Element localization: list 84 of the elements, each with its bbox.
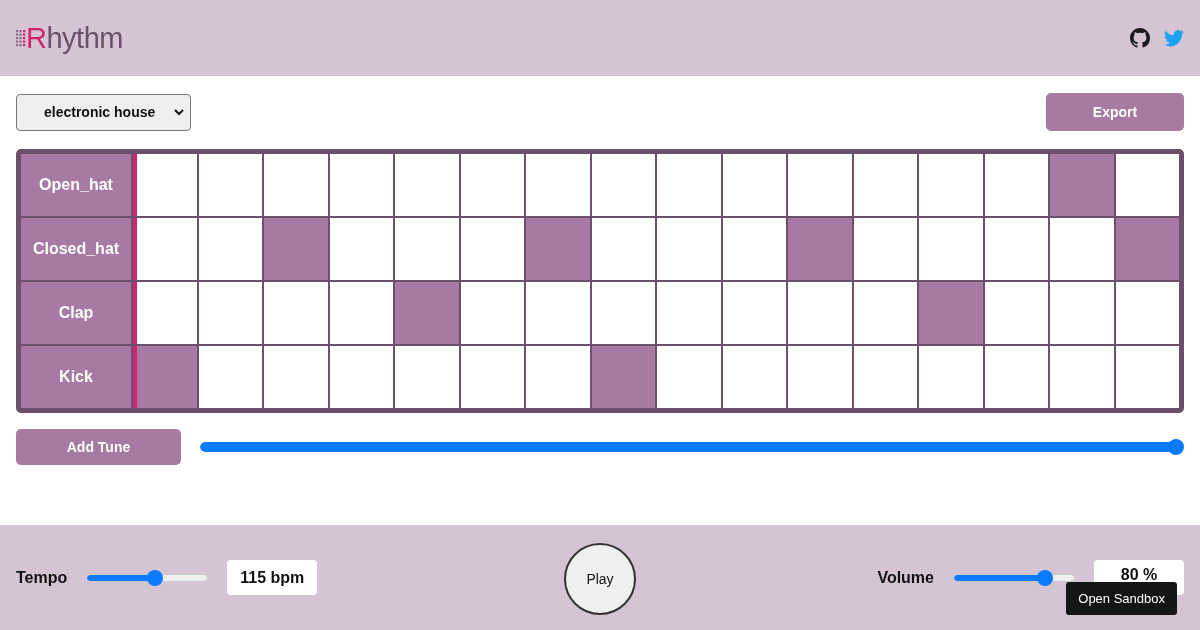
open-sandbox-button[interactable]: Open Sandbox [1066,582,1177,615]
step-cell[interactable] [133,218,197,280]
bird-icon[interactable] [1164,29,1184,47]
step-cell[interactable] [919,218,983,280]
step-cell[interactable] [329,218,393,280]
step-cell[interactable] [1115,346,1179,408]
step-cell[interactable] [984,282,1048,344]
step-cell[interactable] [919,154,983,216]
step-cell[interactable] [329,282,393,344]
tempo-label: Tempo [16,568,68,587]
step-cell[interactable] [591,346,655,408]
step-cell[interactable] [460,282,524,344]
step-cell[interactable] [657,346,721,408]
step-cell[interactable] [460,154,524,216]
step-cell[interactable] [722,154,786,216]
step-cell[interactable] [1050,346,1114,408]
step-cell[interactable] [722,346,786,408]
step-cell[interactable] [853,282,917,344]
step-cell[interactable] [329,154,393,216]
step-cell[interactable] [591,282,655,344]
step-cell[interactable] [853,154,917,216]
step-cell[interactable] [1115,154,1179,216]
step-cell[interactable] [526,218,590,280]
step-cell[interactable] [395,282,459,344]
tempo-value: 115 bpm [227,560,318,595]
step-cell[interactable] [264,346,328,408]
step-cell[interactable] [395,154,459,216]
instrument-label: Closed_hat [21,218,131,280]
step-cell[interactable] [198,282,262,344]
step-cell[interactable] [657,154,721,216]
step-cell[interactable] [526,346,590,408]
step-cell[interactable] [198,346,262,408]
step-cell[interactable] [264,218,328,280]
step-cell[interactable] [264,282,328,344]
step-cell[interactable] [526,282,590,344]
step-cell[interactable] [591,154,655,216]
export-button[interactable]: Export [1046,93,1184,131]
github-icon[interactable] [1130,28,1150,48]
chevron-icon [174,108,184,116]
step-cell[interactable] [395,346,459,408]
step-cell[interactable] [1115,218,1179,280]
volume-label: Volume [877,568,934,587]
step-cell[interactable] [788,154,852,216]
app-logo[interactable]: Rhythm [26,21,123,55]
step-cell[interactable] [984,346,1048,408]
step-cell[interactable] [198,218,262,280]
step-cell[interactable] [264,154,328,216]
step-cell[interactable] [526,154,590,216]
step-cell[interactable] [788,218,852,280]
step-cell[interactable] [853,218,917,280]
step-cell[interactable] [853,346,917,408]
instrument-label: Open_hat [21,154,131,216]
instrument-label: Clap [21,282,131,344]
step-cell[interactable] [722,282,786,344]
step-cell[interactable] [657,282,721,344]
step-cell[interactable] [919,282,983,344]
step-cell[interactable] [460,346,524,408]
step-cell[interactable] [788,346,852,408]
step-cell[interactable] [984,218,1048,280]
step-cell[interactable] [657,218,721,280]
logo-dots-icon [16,27,26,49]
instrument-label: Kick [21,346,131,408]
step-cell[interactable] [198,154,262,216]
add-tune-button[interactable]: Add Tune [16,429,181,465]
slider-thumb[interactable] [1168,439,1184,455]
step-cell[interactable] [722,218,786,280]
preset-dropdown[interactable]: electronic house [16,93,191,131]
step-cell[interactable] [329,346,393,408]
step-cell[interactable] [1050,154,1114,216]
step-cell[interactable] [395,218,459,280]
step-cell[interactable] [1050,218,1114,280]
step-cell[interactable] [788,282,852,344]
step-cell[interactable] [1115,282,1179,344]
slider-thumb[interactable] [146,569,163,586]
step-cell[interactable] [1050,282,1114,344]
step-cell[interactable] [460,218,524,280]
slider-thumb[interactable] [1036,569,1053,586]
step-cell[interactable] [133,346,197,408]
step-cell[interactable] [984,154,1048,216]
step-cell[interactable] [133,154,197,216]
step-cell[interactable] [919,346,983,408]
step-cell[interactable] [591,218,655,280]
play-button[interactable]: Play [564,543,636,615]
step-cell[interactable] [133,282,197,344]
